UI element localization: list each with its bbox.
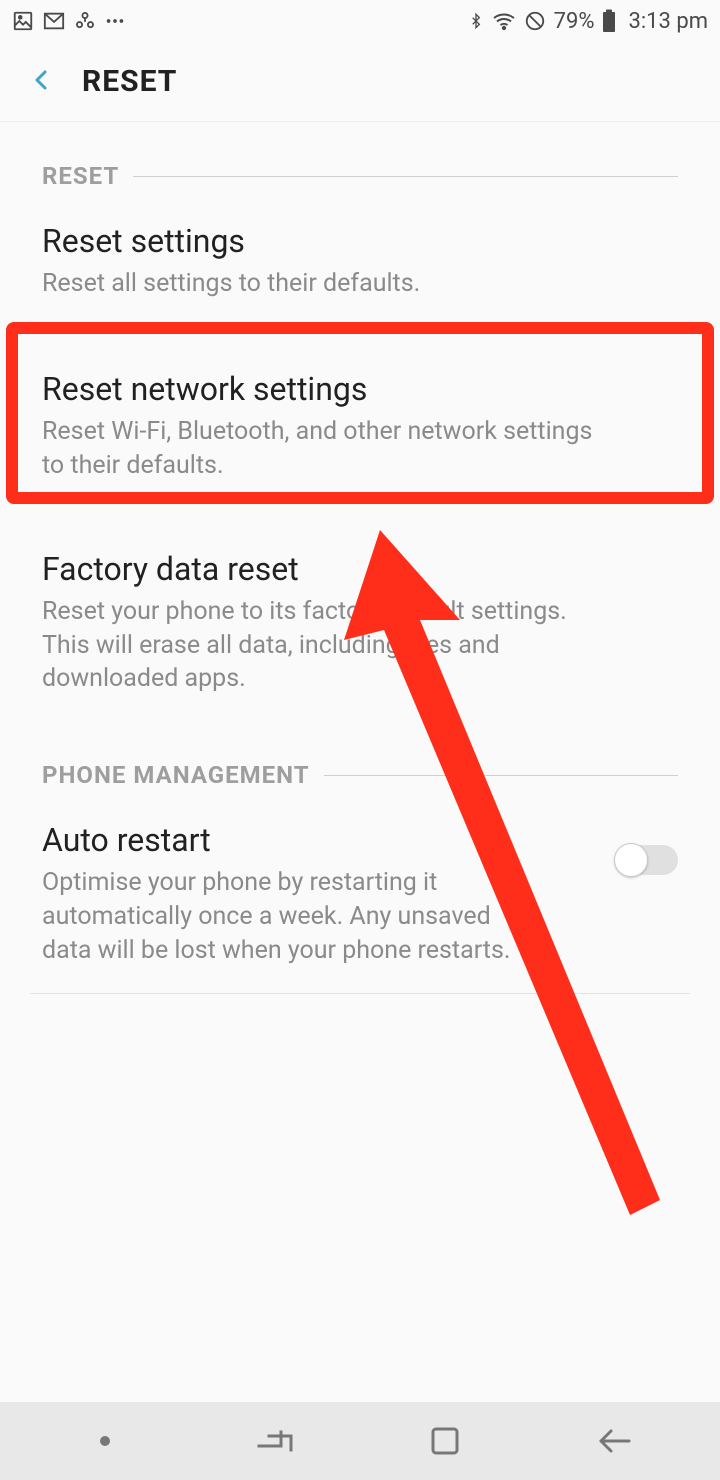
section-label: RESET: [42, 162, 119, 190]
item-subtitle: Reset all settings to their defaults.: [42, 267, 678, 301]
divider: [30, 993, 690, 994]
item-title: Reset settings: [42, 220, 678, 263]
battery-icon: [602, 9, 616, 33]
auto-restart-toggle[interactable]: [606, 845, 678, 883]
item-title: Auto restart: [42, 819, 586, 862]
dot-icon: [100, 1436, 110, 1446]
back-button[interactable]: [30, 61, 54, 103]
status-bar: 79% 3:13 pm: [0, 0, 720, 42]
section-header-phone-management: PHONE MANAGEMENT: [0, 721, 720, 797]
item-subtitle: Optimise your phone by restarting it aut…: [42, 866, 586, 967]
nav-dot-button[interactable]: [60, 1436, 150, 1446]
more-icon: [104, 10, 126, 32]
item-reset-network-settings[interactable]: Reset network settings Reset Wi-Fi, Blue…: [0, 326, 720, 526]
bluetooth-icon: [468, 9, 484, 33]
divider: [324, 775, 678, 776]
nav-back-button[interactable]: [570, 1426, 660, 1456]
no-signal-icon: [524, 10, 546, 32]
nav-home-button[interactable]: [400, 1425, 490, 1457]
picture-icon: [12, 10, 34, 32]
item-auto-restart[interactable]: Auto restart Optimise your phone by rest…: [0, 797, 720, 992]
item-subtitle: Reset Wi-Fi, Bluetooth, and other networ…: [42, 415, 678, 483]
item-reset-settings[interactable]: Reset settings Reset all settings to the…: [0, 198, 720, 326]
section-header-reset: RESET: [0, 122, 720, 198]
item-subtitle: Reset your phone to its factory default …: [42, 595, 678, 696]
item-title: Factory data reset: [42, 548, 678, 591]
item-title: Reset network settings: [42, 368, 678, 411]
battery-percent: 79%: [554, 9, 595, 34]
app-bar: RESET: [0, 42, 720, 122]
snowflake-icon: [74, 10, 96, 32]
page-title: RESET: [82, 64, 177, 99]
section-label: PHONE MANAGEMENT: [42, 761, 310, 789]
clock-text: 3:13 pm: [628, 9, 708, 34]
nav-bar: [0, 1402, 720, 1480]
wifi-icon: [492, 9, 516, 33]
mail-icon: [42, 10, 66, 32]
item-factory-data-reset[interactable]: Factory data reset Reset your phone to i…: [0, 526, 720, 721]
nav-recents-button[interactable]: [230, 1426, 320, 1456]
divider: [133, 176, 678, 177]
